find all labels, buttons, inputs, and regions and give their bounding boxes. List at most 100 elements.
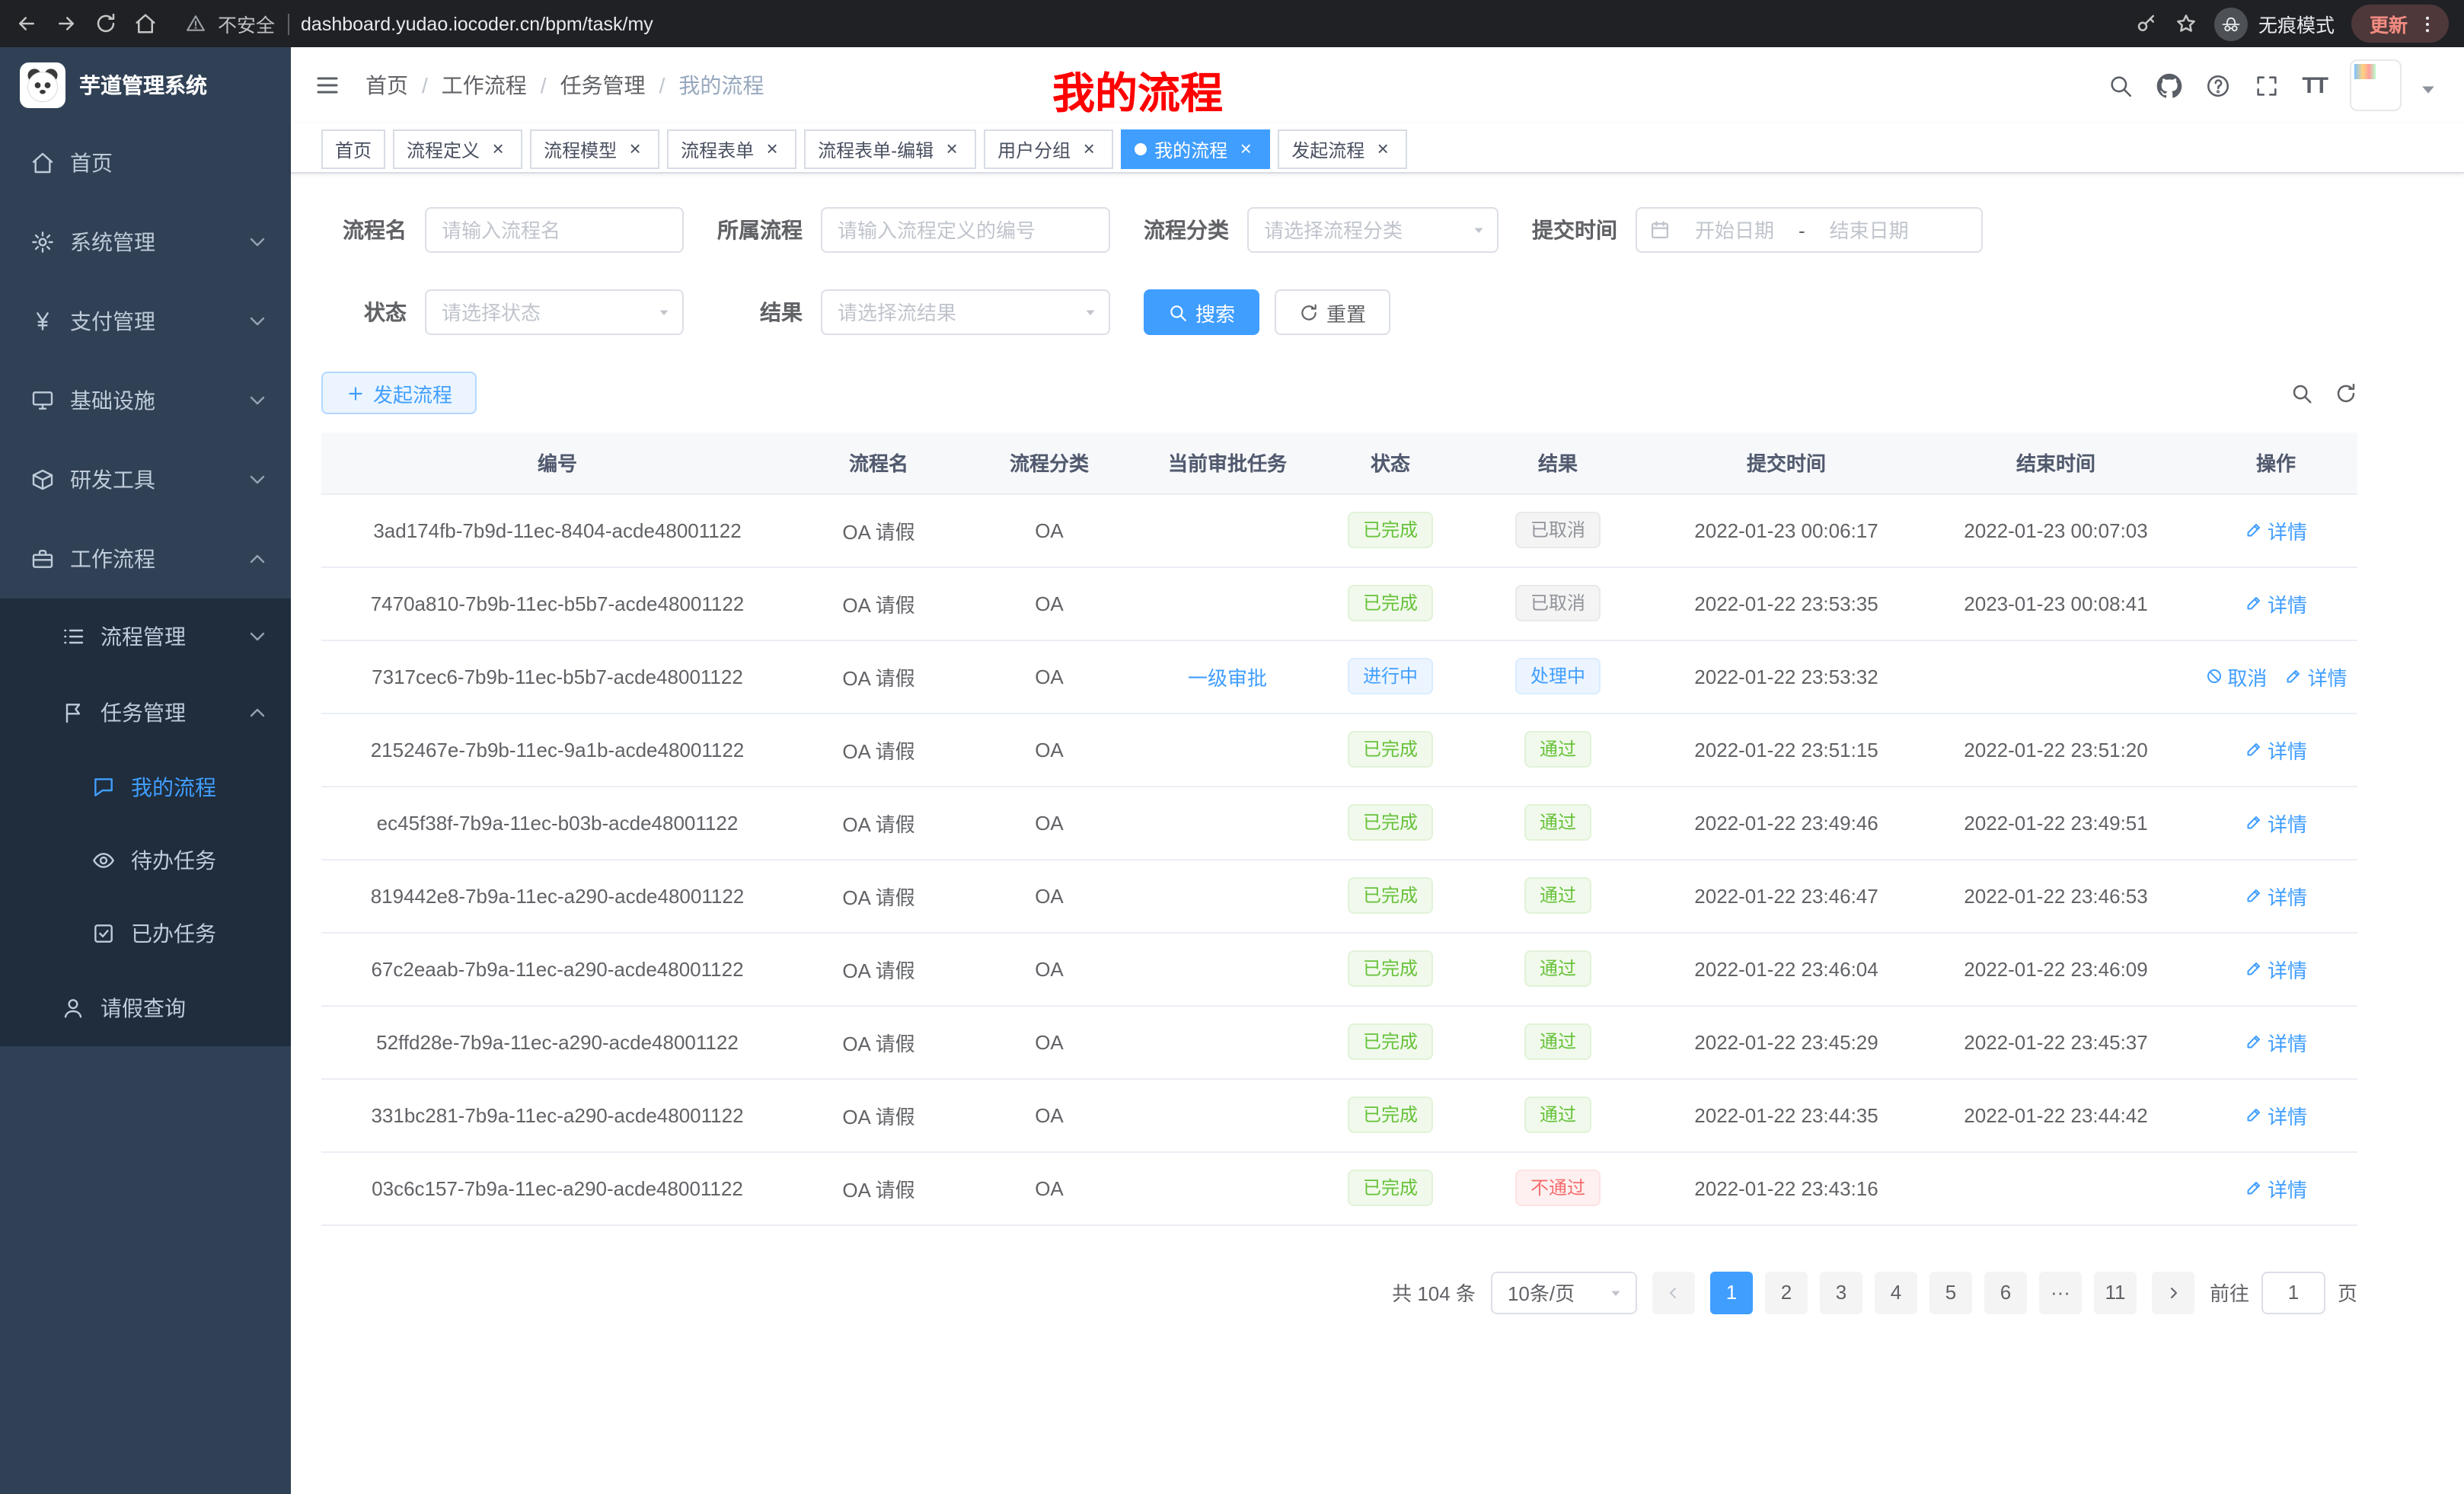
detail-action[interactable]: 详情 <box>2245 808 2307 837</box>
user-avatar[interactable] <box>2350 59 2402 111</box>
detail-action[interactable]: 详情 <box>2245 589 2307 618</box>
search-toggle-icon[interactable] <box>2290 381 2313 404</box>
sidebar-item-home[interactable]: 首页 <box>0 123 291 203</box>
page-ellipsis[interactable]: ··· <box>2039 1271 2082 1314</box>
sidebar-item-my-process[interactable]: 我的流程 <box>0 751 291 824</box>
detail-action[interactable]: 详情 <box>2285 662 2348 691</box>
refresh-icon <box>1299 302 1319 322</box>
tab-process-form[interactable]: 流程表单× <box>667 129 796 169</box>
page-button[interactable]: 5 <box>1929 1271 1972 1314</box>
cell-category: OA <box>964 493 1135 567</box>
key-icon[interactable] <box>2135 12 2158 35</box>
sidebar-item-system[interactable]: 系统管理 <box>0 203 291 282</box>
cell-process-name: OA 请假 <box>793 1151 964 1224</box>
tab-process-definition[interactable]: 流程定义× <box>393 129 522 169</box>
reset-button[interactable]: 重置 <box>1275 289 1390 335</box>
close-tab-icon[interactable]: × <box>1078 139 1100 160</box>
page-jumper: 前往 页 <box>2210 1271 2357 1314</box>
cell-actions: 详情 <box>2194 786 2357 859</box>
detail-action[interactable]: 详情 <box>2245 881 2307 910</box>
browser-menu-icon[interactable] <box>2417 13 2438 34</box>
detail-action[interactable]: 详情 <box>2245 735 2307 764</box>
back-icon[interactable] <box>15 12 38 35</box>
detail-action[interactable]: 详情 <box>2245 1027 2307 1056</box>
refresh-table-icon[interactable] <box>2335 381 2357 404</box>
owner-process-input[interactable] <box>821 207 1110 253</box>
sidebar-item-task-mgmt[interactable]: 任务管理 <box>0 675 291 751</box>
sidebar-item-done-tasks[interactable]: 已办任务 <box>0 897 291 970</box>
page-button[interactable]: 1 <box>1710 1271 1753 1314</box>
goto-page-input[interactable] <box>2261 1271 2325 1314</box>
sidebar-item-infra[interactable]: 基础设施 <box>0 361 291 440</box>
close-tab-icon[interactable]: × <box>487 139 509 160</box>
tab-start-process[interactable]: 发起流程× <box>1278 129 1407 169</box>
refresh-icon[interactable] <box>94 12 117 35</box>
detail-action[interactable]: 详情 <box>2245 516 2307 544</box>
page-size-select[interactable]: 10条/页 <box>1491 1271 1637 1314</box>
cell-result: 不通过 <box>1460 1151 1655 1224</box>
close-tab-icon[interactable]: × <box>1235 139 1256 160</box>
close-tab-icon[interactable]: × <box>624 139 646 160</box>
sidebar-item-workflow[interactable]: 工作流程 <box>0 519 291 599</box>
submit-time-label: 提交时间 <box>1532 215 1617 245</box>
sidebar-item-todo-tasks[interactable]: 待办任务 <box>0 824 291 897</box>
cell-end-time: 2022-01-22 23:49:51 <box>1917 786 2194 859</box>
breadcrumb-task-mgmt[interactable]: 任务管理 <box>560 70 646 101</box>
tab-home[interactable]: 首页 <box>321 129 385 169</box>
next-page-button[interactable] <box>2152 1271 2194 1314</box>
home-icon[interactable] <box>134 12 157 35</box>
page-button[interactable]: 3 <box>1820 1271 1862 1314</box>
detail-action[interactable]: 详情 <box>2245 1100 2307 1129</box>
page-button[interactable]: 11 <box>2094 1271 2137 1314</box>
cell-process-id: 2152467e-7b9b-11ec-9a1b-acde48001122 <box>321 713 793 786</box>
tab-process-form-edit[interactable]: 流程表单-编辑× <box>804 129 976 169</box>
hamburger-icon[interactable] <box>314 72 341 99</box>
sidebar-item-leave-query[interactable]: 请假查询 <box>0 970 291 1046</box>
start-process-button[interactable]: 发起流程 <box>321 372 477 414</box>
app-logo[interactable]: 芋道管理系统 <box>0 47 291 123</box>
search-button[interactable]: 搜索 <box>1144 289 1259 335</box>
search-icon[interactable] <box>2107 72 2133 98</box>
detail-action[interactable]: 详情 <box>2245 954 2307 983</box>
tab-my-process[interactable]: 我的流程× <box>1121 129 1270 169</box>
breadcrumb-workflow[interactable]: 工作流程 <box>442 70 527 101</box>
bookmark-star-icon[interactable] <box>2175 12 2197 35</box>
forward-icon[interactable] <box>55 12 78 35</box>
fullscreen-icon[interactable] <box>2253 72 2279 98</box>
close-tab-icon[interactable]: × <box>1372 139 1393 160</box>
category-select[interactable] <box>1247 207 1499 253</box>
sidebar-item-devtools[interactable]: 研发工具 <box>0 440 291 519</box>
result-badge: 不通过 <box>1515 1170 1601 1206</box>
caret-down-icon[interactable] <box>2415 76 2441 102</box>
cell-process-id: 331bc281-7b9a-11ec-a290-acde48001122 <box>321 1078 793 1151</box>
edit-icon <box>2245 1106 2263 1124</box>
cancel-action[interactable]: 取消 <box>2204 662 2267 691</box>
detail-action[interactable]: 详情 <box>2245 1173 2307 1202</box>
current-task-link[interactable]: 一级审批 <box>1188 666 1267 689</box>
cell-current-task <box>1135 567 1320 640</box>
update-button[interactable]: 更新 <box>2351 5 2449 43</box>
page-button[interactable]: 6 <box>1984 1271 2027 1314</box>
cell-actions: 取消 详情 <box>2194 640 2357 713</box>
tab-user-group[interactable]: 用户分组× <box>984 129 1113 169</box>
cell-process-id: ec45f38f-7b9a-11ec-b03b-acde48001122 <box>321 786 793 859</box>
prev-page-button[interactable] <box>1652 1271 1695 1314</box>
date-range-picker[interactable]: - <box>1636 207 1983 253</box>
tab-process-model[interactable]: 流程模型× <box>530 129 659 169</box>
font-size-icon[interactable] <box>2302 72 2327 98</box>
result-select[interactable] <box>821 289 1110 335</box>
start-date-input[interactable] <box>1677 219 1792 241</box>
page-button[interactable]: 2 <box>1765 1271 1808 1314</box>
github-icon[interactable] <box>2156 72 2182 98</box>
close-tab-icon[interactable]: × <box>941 139 962 160</box>
process-name-input[interactable] <box>425 207 684 253</box>
breadcrumb-home[interactable]: 首页 <box>365 70 408 101</box>
end-date-input[interactable] <box>1811 219 1927 241</box>
sidebar-item-process-mgmt[interactable]: 流程管理 <box>0 599 291 675</box>
status-select[interactable] <box>425 289 684 335</box>
close-tab-icon[interactable]: × <box>761 139 783 160</box>
page-button[interactable]: 4 <box>1875 1271 1917 1314</box>
sidebar-item-payment[interactable]: 支付管理 <box>0 282 291 361</box>
address-bar[interactable]: 不安全 dashboard.yudao.iocoder.cn/bpm/task/… <box>186 9 2118 38</box>
question-icon[interactable] <box>2204 72 2230 98</box>
